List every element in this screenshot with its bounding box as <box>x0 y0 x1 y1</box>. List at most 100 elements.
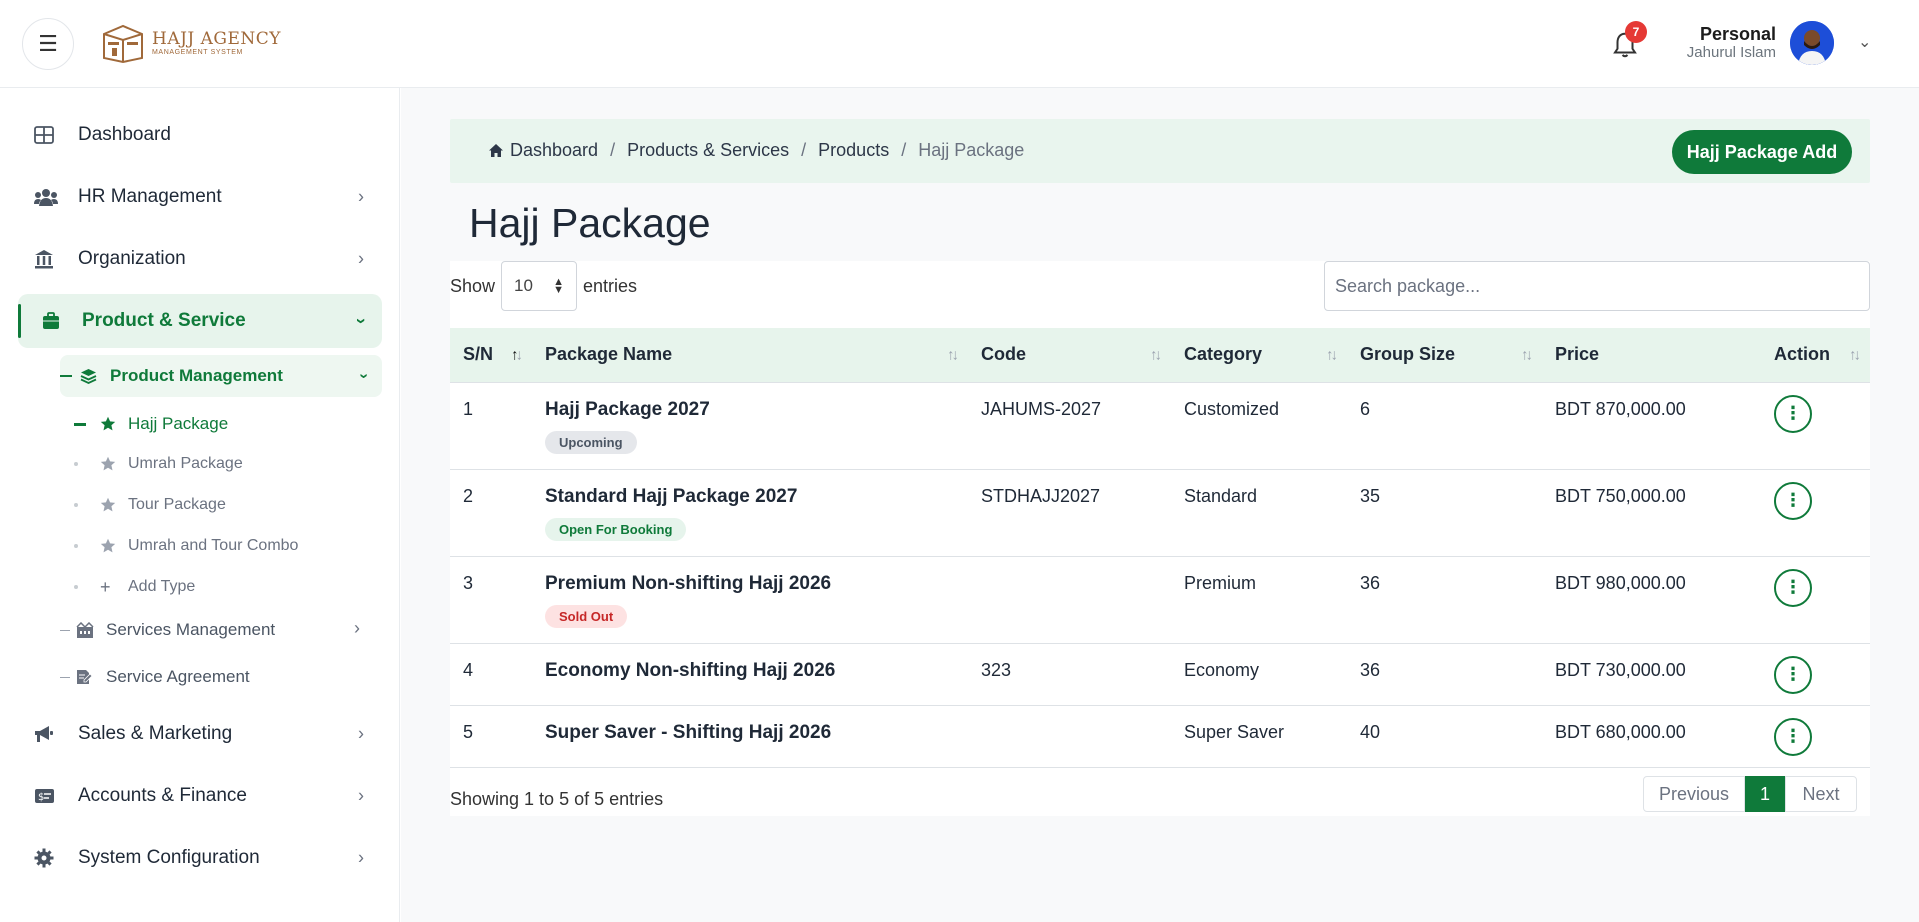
cell-action: ⋮ <box>1761 469 1870 557</box>
table-row: 4 Economy Non-shifting Hajj 2026 323 Eco… <box>450 643 1870 706</box>
column-header-sn[interactable]: S/N ↑↓ <box>450 328 532 383</box>
tree-dot <box>74 503 78 507</box>
cell-sn: 4 <box>450 643 532 706</box>
sidebar-item-hr-management[interactable]: HR Management › <box>18 170 382 224</box>
packages-table: S/N ↑↓ Package Name ↑↓ Code ↑↓ Category ↑↓ G… <box>450 328 1870 768</box>
cell-price: BDT 750,000.00 <box>1542 469 1761 557</box>
app-logo[interactable]: HAJJ AGENCY MANAGEMENT SYSTEM <box>100 22 281 64</box>
pagination-page-1[interactable]: 1 <box>1745 776 1785 812</box>
avatar[interactable] <box>1790 21 1834 65</box>
sidebar-item-system-configuration[interactable]: System Configuration › <box>18 831 382 885</box>
package-name[interactable]: Super Saver - Shifting Hajj 2026 <box>545 722 955 744</box>
pagination-previous[interactable]: Previous <box>1643 776 1745 812</box>
cell-code: 323 <box>968 643 1171 706</box>
vertical-dots-icon[interactable]: ⋮ <box>1774 568 1812 607</box>
tree-dash <box>60 375 72 377</box>
sidebar-item-umrah-package[interactable]: Umrah Package <box>74 446 243 482</box>
column-header-category[interactable]: Category ↑↓ <box>1171 328 1347 383</box>
sidebar-item-label: HR Management <box>78 186 222 207</box>
cell-package-name: Hajj Package 2027 Upcoming <box>532 382 968 470</box>
grid-icon <box>18 125 78 145</box>
logo-title: HAJJ AGENCY <box>152 28 282 49</box>
entries-select[interactable]: 10 ▲ ▼ <box>501 261 578 311</box>
vertical-dots-icon[interactable]: ⋮ <box>1774 394 1812 433</box>
cell-package-name: Premium Non-shifting Hajj 2026 Sold Out <box>532 556 968 644</box>
cell-package-name: Super Saver - Shifting Hajj 2026 <box>532 705 968 768</box>
cell-category: Standard <box>1171 469 1347 557</box>
breadcrumb-home[interactable]: Dashboard <box>510 140 598 161</box>
sidebar-item-label: Tour Package <box>128 496 226 513</box>
cell-price: BDT 730,000.00 <box>1542 643 1761 706</box>
sidebar-item-add-type[interactable]: + Add Type <box>74 569 195 605</box>
sidebar-item-label: Service Agreement <box>106 667 250 686</box>
chevron-right-icon: › <box>354 618 360 638</box>
star-icon <box>100 416 128 432</box>
cell-code <box>968 556 1171 644</box>
cell-category: Premium <box>1171 556 1347 644</box>
sidebar-item-umrah-tour-combo[interactable]: Umrah and Tour Combo <box>74 528 298 564</box>
show-label: Show <box>450 275 496 296</box>
package-name[interactable]: Hajj Package 2027 <box>545 399 955 421</box>
sidebar-item-label: Organization <box>78 248 186 269</box>
column-header-package-name[interactable]: Package Name ↑↓ <box>532 328 968 383</box>
vertical-dots-icon[interactable]: ⋮ <box>1774 655 1812 694</box>
briefcase-icon <box>18 312 82 330</box>
plus-icon: + <box>100 576 111 597</box>
sidebar-item-dashboard[interactable]: Dashboard <box>18 108 382 162</box>
sidebar-item-product-management[interactable]: Product Management › <box>60 355 382 397</box>
sort-icon: ↑↓ <box>947 346 959 364</box>
top-header: ☰ HAJJ AGENCY MANAGEMENT SYSTEM 7 Person… <box>0 0 1919 88</box>
gear-icon <box>18 848 78 868</box>
tree-dot <box>74 544 78 548</box>
chevron-right-icon: › <box>358 847 364 868</box>
chevron-right-icon: › <box>358 248 364 269</box>
sidebar-item-label: Umrah and Tour Combo <box>128 537 299 554</box>
table-row: 1 Hajj Package 2027 Upcoming JAHUMS-2027… <box>450 382 1870 470</box>
column-header-code[interactable]: Code ↑↓ <box>968 328 1171 383</box>
column-header-group-size[interactable]: Group Size ↑↓ <box>1347 328 1542 383</box>
vertical-dots-icon[interactable]: ⋮ <box>1774 717 1812 756</box>
cell-category: Super Saver <box>1171 705 1347 768</box>
chevron-down-icon[interactable]: ⌄ <box>1858 32 1871 52</box>
search-input[interactable] <box>1324 261 1870 311</box>
sidebar-item-label: Add Type <box>128 578 196 595</box>
cell-action: ⋮ <box>1761 382 1870 470</box>
user-info[interactable]: Personal Jahurul Islam <box>1600 24 1776 62</box>
hajj-package-add-button[interactable]: Hajj Package Add <box>1672 130 1852 174</box>
sidebar-item-hajj-package[interactable]: Hajj Package <box>74 405 382 443</box>
entries-control: Show 10 ▲ ▼ entries <box>450 261 637 311</box>
cell-action: ⋮ <box>1761 643 1870 706</box>
pagination: Previous 1 Next <box>1643 776 1857 812</box>
layers-icon <box>80 368 110 384</box>
sidebar-item-label: System Configuration <box>78 847 260 868</box>
cell-action: ⋮ <box>1761 705 1870 768</box>
breadcrumb-products[interactable]: Products <box>818 140 889 161</box>
table-row: 5 Super Saver - Shifting Hajj 2026 Super… <box>450 705 1870 768</box>
sidebar-item-sales-marketing[interactable]: Sales & Marketing › <box>18 707 382 761</box>
package-name[interactable]: Premium Non-shifting Hajj 2026 <box>545 573 955 595</box>
cell-code: STDHAJJ2027 <box>968 469 1171 557</box>
vertical-dots-icon[interactable]: ⋮ <box>1774 481 1812 520</box>
breadcrumb-separator: / <box>801 140 807 160</box>
sidebar-item-accounts-finance[interactable]: $ Accounts & Finance › <box>18 769 382 823</box>
status-badge: Sold Out <box>545 604 628 628</box>
menu-toggle-button[interactable]: ☰ <box>22 18 74 70</box>
package-name[interactable]: Standard Hajj Package 2027 <box>545 486 955 508</box>
cell-code <box>968 705 1171 768</box>
logo-subtitle: MANAGEMENT SYSTEM <box>152 48 243 56</box>
sidebar-item-service-agreement[interactable]: Service Agreement <box>60 657 250 697</box>
sidebar-item-organization[interactable]: Organization › <box>18 232 382 286</box>
sidebar-item-tour-package[interactable]: Tour Package <box>74 487 226 523</box>
breadcrumb-products-services[interactable]: Products & Services <box>627 140 789 161</box>
package-name[interactable]: Economy Non-shifting Hajj 2026 <box>545 660 955 682</box>
table-row: 2 Standard Hajj Package 2027 Open For Bo… <box>450 469 1870 557</box>
sidebar-item-services-management[interactable]: Services Management <box>60 610 275 650</box>
breadcrumb-current: Hajj Package <box>918 140 1025 160</box>
sidebar-item-product-service[interactable]: Product & Service › <box>18 294 382 348</box>
sidebar-item-label: Hajj Package <box>128 414 229 433</box>
pagination-next[interactable]: Next <box>1785 776 1857 812</box>
megaphone-icon <box>18 725 78 743</box>
sort-icon: ↑↓ <box>1150 346 1162 364</box>
chevron-down-icon: › <box>351 318 372 324</box>
column-header-action[interactable]: Action ↑↓ <box>1761 328 1870 383</box>
